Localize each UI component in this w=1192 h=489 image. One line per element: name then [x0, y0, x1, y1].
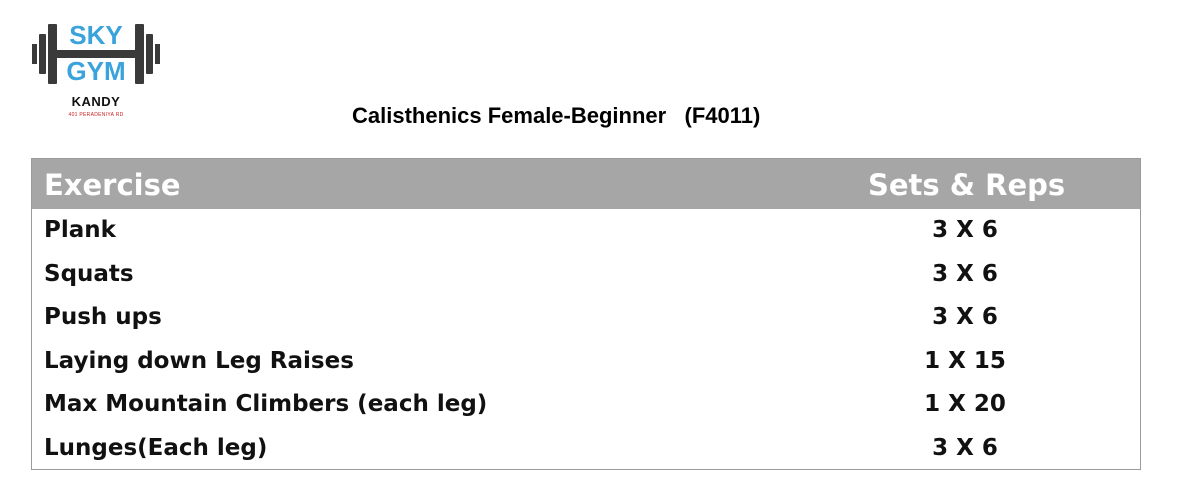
- header-exercise: Exercise: [44, 168, 181, 202]
- sets-reps-cell: 3 X 6: [932, 434, 998, 461]
- table-row: Max Mountain Climbers (each leg) 1 X 20: [32, 383, 1140, 427]
- table-row: Push ups 3 X 6: [32, 296, 1140, 340]
- sets-reps-cell: 1 X 15: [924, 347, 1006, 374]
- table-row: Laying down Leg Raises 1 X 15: [32, 340, 1140, 384]
- exercise-cell: Lunges(Each leg): [44, 434, 268, 461]
- logo-address: 401 PERADENIYA RD: [68, 112, 124, 118]
- header-sets-reps: Sets & Reps: [868, 168, 1066, 202]
- table-header: Exercise Sets & Reps: [32, 159, 1140, 209]
- logo-text-gym: GYM: [66, 56, 125, 86]
- table-row: Squats 3 X 6: [32, 253, 1140, 297]
- exercise-cell: Max Mountain Climbers (each leg): [44, 391, 488, 417]
- table-body: Plank 3 X 6 Squats 3 X 6 Push ups 3 X 6 …: [32, 209, 1140, 470]
- sets-reps-cell: 3 X 6: [932, 217, 998, 243]
- sets-reps-cell: 3 X 6: [932, 260, 998, 287]
- table-row: Lunges(Each leg) 3 X 6: [32, 427, 1140, 471]
- sets-reps-cell: 3 X 6: [932, 304, 998, 330]
- workout-table: Exercise Sets & Reps Plank 3 X 6 Squats …: [31, 158, 1141, 470]
- sky-gym-logo: SKY GYM KANDY 401 PERADENIYA RD: [30, 14, 162, 126]
- logo-city: KANDY: [71, 94, 121, 109]
- exercise-cell: Squats: [44, 260, 134, 287]
- exercise-cell: Laying down Leg Raises: [44, 347, 354, 374]
- dumbbell-icon: SKY GYM: [32, 20, 160, 86]
- table-row: Plank 3 X 6: [32, 209, 1140, 253]
- workout-title: Calisthenics Female-Beginner (F4011): [352, 103, 761, 128]
- logo-text-sky: SKY: [69, 20, 122, 50]
- sets-reps-cell: 1 X 20: [924, 391, 1006, 417]
- exercise-cell: Plank: [44, 217, 116, 243]
- exercise-cell: Push ups: [44, 304, 162, 330]
